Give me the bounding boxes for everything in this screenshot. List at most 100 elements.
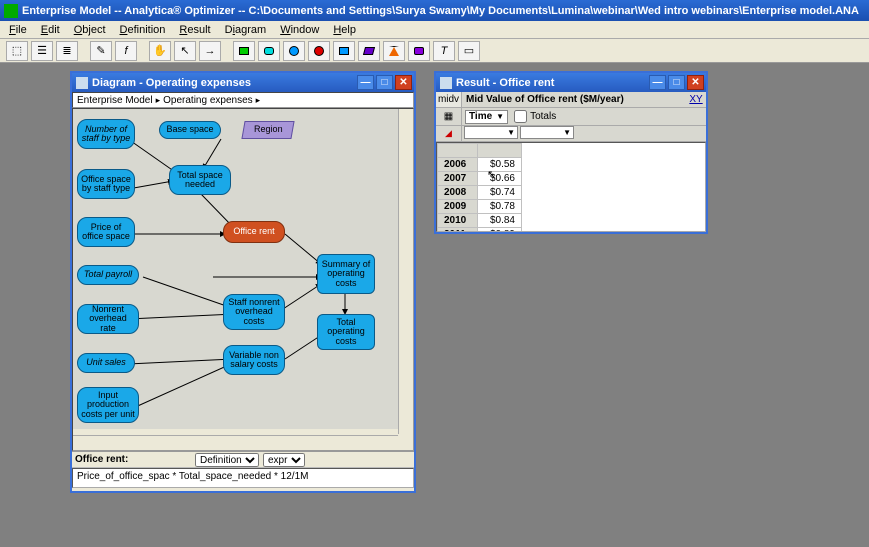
- app-titlebar: Enterprise Model -- Analytica® Optimizer…: [0, 0, 869, 21]
- scrollbar-vertical[interactable]: [398, 109, 413, 434]
- row-value[interactable]: $0.89: [478, 228, 522, 233]
- separator: [81, 41, 87, 61]
- breadcrumb[interactable]: Enterprise Model ▸ Operating expenses ▸: [72, 92, 414, 108]
- minimize-button[interactable]: —: [357, 75, 374, 90]
- col-header-blank: [478, 144, 522, 158]
- col-dropdown[interactable]: ▼: [464, 126, 518, 139]
- row-year[interactable]: 2007: [438, 172, 478, 186]
- row-value[interactable]: $0.66: [478, 172, 522, 186]
- breadcrumb-current[interactable]: Operating expenses: [163, 95, 253, 106]
- node-nonrent-overhead-rate[interactable]: Nonrent overhead rate: [77, 304, 139, 334]
- attr-object-label: Office rent:: [75, 454, 195, 465]
- menu-object[interactable]: Object: [67, 23, 113, 37]
- diagram-canvas[interactable]: Number of staff by type Base space Regio…: [73, 109, 399, 429]
- attr-dropdown[interactable]: Definition: [195, 453, 259, 467]
- result-icon: [440, 77, 452, 89]
- totals-checkbox-label[interactable]: Totals: [514, 110, 556, 123]
- result-pivot-row: ▦ Time▼ Totals: [436, 108, 706, 126]
- tool-pointer-icon[interactable]: ↖: [174, 41, 196, 61]
- menu-result[interactable]: Result: [172, 23, 217, 37]
- node-region[interactable]: Region: [241, 121, 294, 139]
- node-index-icon[interactable]: [358, 41, 380, 61]
- midvalue-button[interactable]: midv: [436, 92, 462, 107]
- node-constant-icon[interactable]: [383, 41, 405, 61]
- result-titlebar[interactable]: Result - Office rent — □ ✕: [436, 73, 706, 92]
- tool-list-icon[interactable]: ≣: [56, 41, 78, 61]
- node-staff-nonrent-overhead[interactable]: Staff nonrent overhead costs: [223, 294, 285, 330]
- row-value[interactable]: $0.58: [478, 158, 522, 172]
- row-year[interactable]: 2010: [438, 214, 478, 228]
- close-button[interactable]: ✕: [395, 75, 412, 90]
- attribute-panel: Office rent: Definition expr Price_of_of…: [72, 451, 414, 491]
- separator: [140, 41, 146, 61]
- mdi-area: Diagram - Operating expenses — □ ✕ Enter…: [0, 63, 869, 547]
- menu-help[interactable]: Help: [326, 23, 363, 37]
- node-input-production-costs[interactable]: Input production costs per unit: [77, 387, 139, 423]
- row-value[interactable]: $0.78: [478, 200, 522, 214]
- result-window[interactable]: Result - Office rent — □ ✕ midv Mid Valu…: [434, 71, 708, 234]
- node-decision-icon[interactable]: [233, 41, 255, 61]
- chart-view-icon[interactable]: ◢: [436, 126, 462, 141]
- result-toolbar: midv Mid Value of Office rent ($M/year) …: [436, 92, 706, 108]
- node-variable-icon[interactable]: [258, 41, 280, 61]
- node-text-icon[interactable]: T: [433, 41, 455, 61]
- tool-hand-icon[interactable]: ✋: [149, 41, 171, 61]
- app-title: Enterprise Model -- Analytica® Optimizer…: [22, 5, 859, 17]
- menubar: File Edit Object Definition Result Diagr…: [0, 21, 869, 39]
- node-variable-non-salary[interactable]: Variable non salary costs: [223, 345, 285, 375]
- diagram-icon: [76, 77, 88, 89]
- node-total-payroll[interactable]: Total payroll: [77, 265, 139, 285]
- row-header-blank: [438, 144, 478, 158]
- node-function-icon[interactable]: [408, 41, 430, 61]
- chevron-right-icon: ▸: [256, 95, 261, 106]
- menu-edit[interactable]: Edit: [34, 23, 67, 37]
- maximize-button[interactable]: □: [668, 75, 685, 90]
- menu-definition[interactable]: Definition: [113, 23, 173, 37]
- node-total-space-needed[interactable]: Total space needed: [169, 165, 231, 195]
- chevron-right-icon: ▸: [156, 95, 161, 106]
- diagram-window[interactable]: Diagram - Operating expenses — □ ✕ Enter…: [70, 71, 416, 493]
- table-view-icon[interactable]: ▦: [436, 108, 462, 125]
- maximize-button[interactable]: □: [376, 75, 393, 90]
- tool-hierarchy-icon[interactable]: ⬚: [6, 41, 28, 61]
- totals-checkbox[interactable]: [514, 110, 527, 123]
- result-pivot-row2: ◢ ▼ ▼: [436, 126, 706, 142]
- minimize-button[interactable]: —: [649, 75, 666, 90]
- row-year[interactable]: 2009: [438, 200, 478, 214]
- node-office-space-by-staff[interactable]: Office space by staff type: [77, 169, 135, 199]
- row-value[interactable]: $0.74: [478, 186, 522, 200]
- diagram-titlebar[interactable]: Diagram - Operating expenses — □ ✕: [72, 73, 414, 92]
- node-objective-red-icon[interactable]: [308, 41, 330, 61]
- row-year[interactable]: 2006: [438, 158, 478, 172]
- node-price-of-office-space[interactable]: Price of office space: [77, 217, 135, 247]
- node-button-icon[interactable]: ▭: [458, 41, 480, 61]
- xy-button[interactable]: XY: [686, 92, 706, 107]
- tool-wand-icon[interactable]: ✎: [90, 41, 112, 61]
- node-unit-sales[interactable]: Unit sales: [77, 353, 135, 373]
- close-button[interactable]: ✕: [687, 75, 704, 90]
- node-module-icon[interactable]: [333, 41, 355, 61]
- breadcrumb-root[interactable]: Enterprise Model: [77, 95, 153, 106]
- node-office-rent[interactable]: Office rent: [223, 221, 285, 243]
- menu-diagram[interactable]: Diagram: [218, 23, 274, 37]
- node-base-space[interactable]: Base space: [159, 121, 221, 139]
- tool-arrow-icon[interactable]: →: [199, 41, 221, 61]
- tool-outline-icon[interactable]: ☰: [31, 41, 53, 61]
- node-number-of-staff[interactable]: Number of staff by type: [77, 119, 135, 149]
- diagram-canvas-wrap: Number of staff by type Base space Regio…: [72, 108, 414, 451]
- col-dropdown-2[interactable]: ▼: [520, 126, 574, 139]
- menu-file[interactable]: File: [2, 23, 34, 37]
- row-year[interactable]: 2011: [438, 228, 478, 233]
- attr-expr-dropdown[interactable]: expr: [263, 453, 305, 467]
- tool-script-icon[interactable]: f: [115, 41, 137, 61]
- menu-window[interactable]: Window: [273, 23, 326, 37]
- attr-expression[interactable]: Price_of_office_spac * Total_space_neede…: [72, 468, 414, 488]
- node-chance-icon[interactable]: [283, 41, 305, 61]
- scrollbar-horizontal[interactable]: [73, 435, 398, 450]
- row-value[interactable]: $0.84: [478, 214, 522, 228]
- pivot-dropdown[interactable]: Time▼: [465, 110, 508, 124]
- result-grid[interactable]: 2006$0.582007$0.662008$0.742009$0.782010…: [436, 142, 706, 232]
- node-total-operating-costs[interactable]: Total operating costs: [317, 314, 375, 350]
- row-year[interactable]: 2008: [438, 186, 478, 200]
- node-summary-operating-costs[interactable]: Summary of operating costs: [317, 254, 375, 294]
